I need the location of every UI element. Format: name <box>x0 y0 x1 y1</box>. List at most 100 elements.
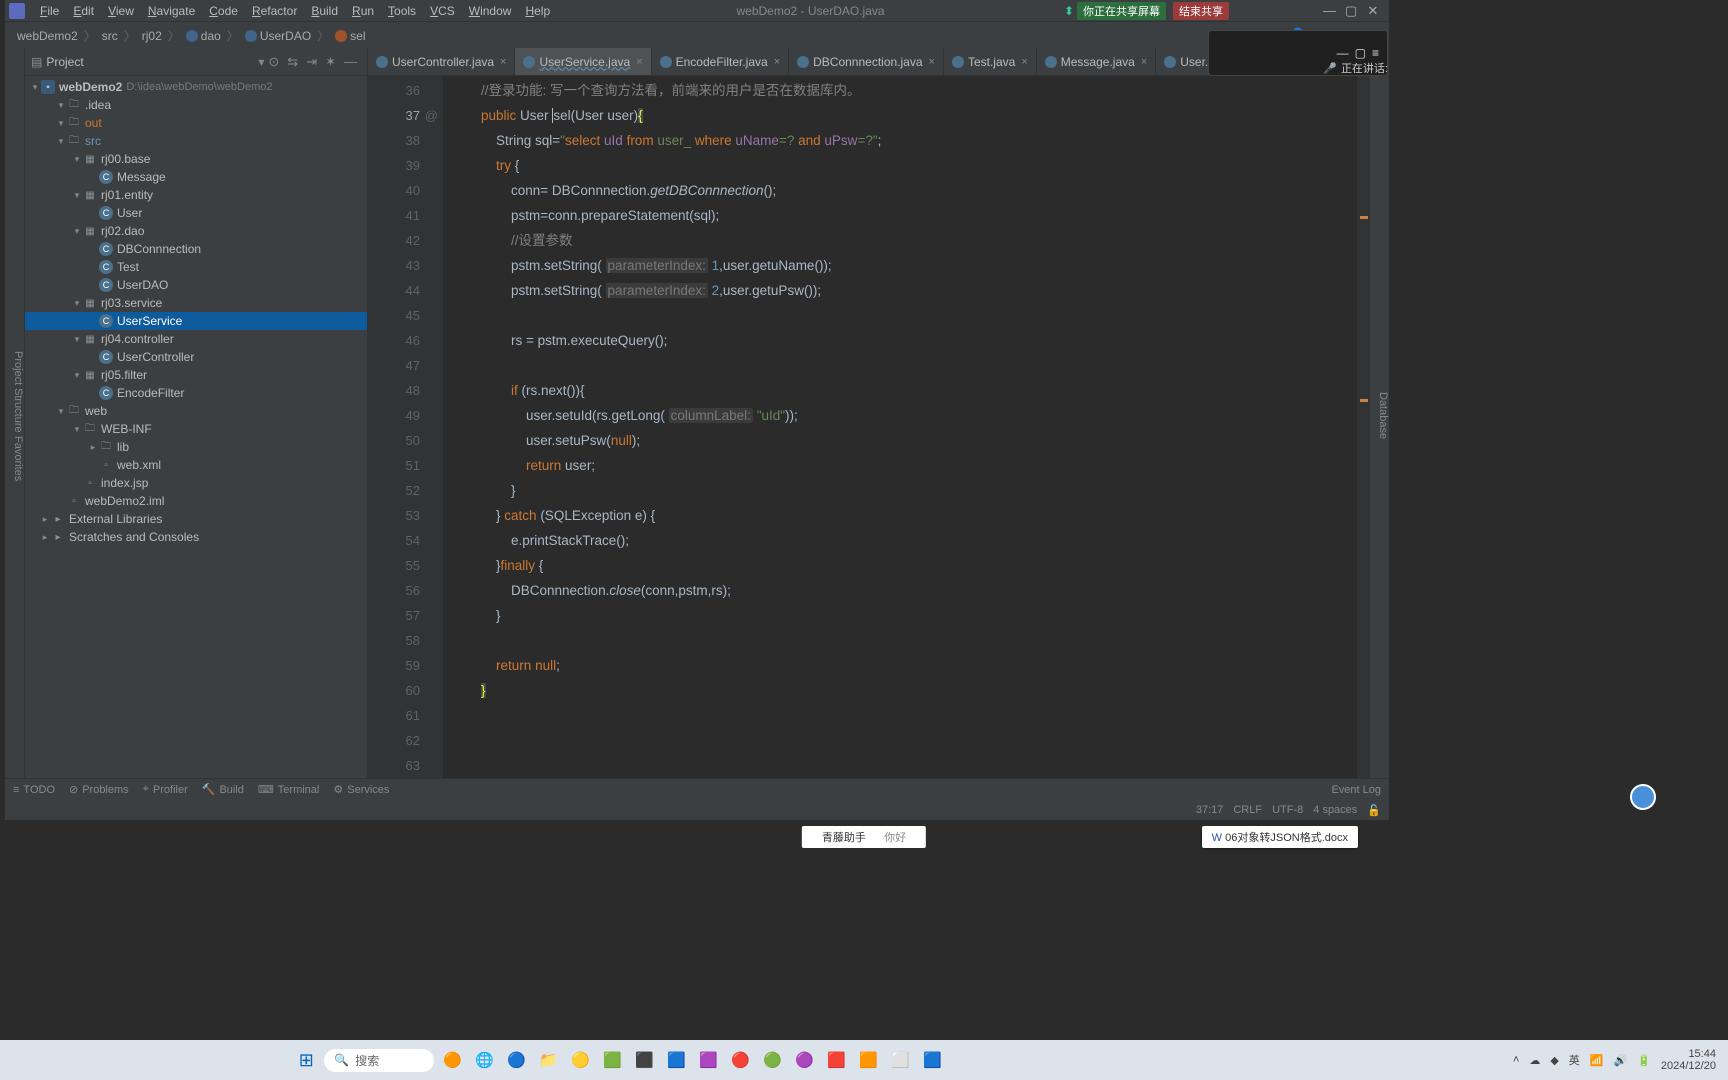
end-share-badge[interactable]: 结束共享 <box>1173 2 1229 20</box>
tab-DBConnnection-java[interactable]: DBConnnection.java× <box>789 48 944 75</box>
tray-chevron-icon[interactable]: ˄ <box>1513 1054 1519 1066</box>
tab-close-icon[interactable]: × <box>774 56 780 68</box>
tray-battery-icon[interactable]: 🔋 <box>1637 1054 1651 1067</box>
code-content[interactable]: //登录功能: 写一个查询方法看，前端来的用户是否在数据库内。 public U… <box>443 76 1357 778</box>
menu-view[interactable]: View <box>101 2 141 20</box>
tree-item-UserController[interactable]: CUserController <box>25 348 367 366</box>
tree-item-rj00-base[interactable]: ▾▦rj00.base <box>25 150 367 168</box>
tb-app-9[interactable]: 🟣 <box>790 1046 818 1074</box>
crumb-webDemo2[interactable]: webDemo2 <box>13 29 82 43</box>
menu-code[interactable]: Code <box>202 2 245 20</box>
tab-close-icon[interactable]: × <box>929 56 935 68</box>
tb-app-6[interactable]: 🟪 <box>694 1046 722 1074</box>
tool-services[interactable]: ⚙Services <box>333 783 389 796</box>
tree-item-WEB-INF[interactable]: ▾🗀WEB-INF <box>25 420 367 438</box>
tool-profiler[interactable]: ⌖Profiler <box>143 783 188 796</box>
tray-volume-icon[interactable]: 🔊 <box>1614 1054 1628 1067</box>
tray-onedrive-icon[interactable]: ☁ <box>1529 1054 1540 1067</box>
tree-item-out[interactable]: ▾🗀out <box>25 114 367 132</box>
tree-item-rj04-controller[interactable]: ▾▦rj04.controller <box>25 330 367 348</box>
tab-close-icon[interactable]: × <box>1141 56 1147 68</box>
tb-app-13[interactable]: 🟦 <box>918 1046 946 1074</box>
tab-Message-java[interactable]: Message.java× <box>1037 48 1156 75</box>
crumb-rj02[interactable]: rj02 <box>138 29 166 43</box>
taskbar-clock[interactable]: 15:44 2024/12/20 <box>1661 1048 1716 1072</box>
tree-item-EncodeFilter[interactable]: CEncodeFilter <box>25 384 367 402</box>
structure-tool-label[interactable]: Structure <box>12 388 24 433</box>
taskbar-search[interactable]: 🔍 搜索 <box>324 1049 434 1072</box>
tree-item-webDemo2-iml[interactable]: ▫webDemo2.iml <box>25 492 367 510</box>
menu-refactor[interactable]: Refactor <box>245 2 304 20</box>
tree-item-index-jsp[interactable]: ▫index.jsp <box>25 474 367 492</box>
menu-run[interactable]: Run <box>345 2 381 20</box>
tree-item-web[interactable]: ▾🗀web <box>25 402 367 420</box>
menu-vcs[interactable]: VCS <box>423 2 462 20</box>
tree-item--idea[interactable]: ▾🗀.idea <box>25 96 367 114</box>
tab-close-icon[interactable]: × <box>1021 56 1027 68</box>
readonly-icon[interactable]: 🔓 <box>1367 804 1381 817</box>
menu-file[interactable]: File <box>33 2 66 20</box>
menu-build[interactable]: Build <box>304 2 345 20</box>
tab-Test-java[interactable]: Test.java× <box>944 48 1037 75</box>
event-log[interactable]: Event Log <box>1331 784 1381 796</box>
file-encoding[interactable]: UTF-8 <box>1272 804 1303 816</box>
crumb-UserDAO[interactable]: UserDAO <box>241 29 315 43</box>
tray-security-icon[interactable]: ◆ <box>1550 1054 1558 1067</box>
tb-app-7[interactable]: 🔴 <box>726 1046 754 1074</box>
project-tree[interactable]: ▾▪webDemo2D:\idea\webDemo\webDemo2▾🗀.ide… <box>25 76 367 778</box>
crumb-sel[interactable]: sel <box>331 29 369 43</box>
tree-item-Message[interactable]: CMessage <box>25 168 367 186</box>
indent-setting[interactable]: 4 spaces <box>1313 804 1357 816</box>
tree-item-DBConnnection[interactable]: CDBConnnection <box>25 240 367 258</box>
tab-close-icon[interactable]: × <box>500 56 506 68</box>
menu-edit[interactable]: Edit <box>66 2 101 20</box>
tb-app-1[interactable]: 🟠 <box>438 1046 466 1074</box>
project-tool-label[interactable]: Project <box>12 351 24 385</box>
close-icon[interactable]: ✕ <box>1367 3 1379 19</box>
favorites-tool-label[interactable]: Favorites <box>12 436 24 481</box>
ov-min-icon[interactable]: — <box>1337 46 1349 60</box>
tb-explorer-icon[interactable]: 📁 <box>534 1046 562 1074</box>
tree-item-src[interactable]: ▾🗀src <box>25 132 367 150</box>
tree-item-UserService[interactable]: CUserService <box>25 312 367 330</box>
tb-app-2[interactable]: 🟡 <box>566 1046 594 1074</box>
tb-app-5[interactable]: 🟦 <box>662 1046 690 1074</box>
tb-chrome-icon[interactable]: 🌐 <box>470 1046 498 1074</box>
tree-item-rj05-filter[interactable]: ▾▦rj05.filter <box>25 366 367 384</box>
expand-icon[interactable]: ⇆ <box>283 54 302 70</box>
settings-icon[interactable]: ✶ <box>321 54 340 70</box>
tool-build[interactable]: 🔨Build <box>202 783 244 796</box>
ov-max-icon[interactable]: ▢ <box>1355 46 1366 60</box>
tab-UserService-java[interactable]: UserService.java× <box>515 48 651 75</box>
document-chip[interactable]: W 06对象转JSON格式.docx <box>1202 826 1358 848</box>
ov-menu-icon[interactable]: ≡ <box>1372 46 1379 60</box>
tb-edge-icon[interactable]: 🔵 <box>502 1046 530 1074</box>
tree-item-UserDAO[interactable]: CUserDAO <box>25 276 367 294</box>
tree-item-lib[interactable]: ▸🗀lib <box>25 438 367 456</box>
share-badge[interactable]: 你正在共享屏幕 <box>1077 2 1166 20</box>
tb-app-11[interactable]: 🟧 <box>854 1046 882 1074</box>
crumb-src[interactable]: src <box>98 29 122 43</box>
tb-app-4[interactable]: ⬛ <box>630 1046 658 1074</box>
tab-EncodeFilter-java[interactable]: EncodeFilter.java× <box>652 48 790 75</box>
tree-item-External-Libraries[interactable]: ▸▸External Libraries <box>25 510 367 528</box>
tree-item-User[interactable]: CUser <box>25 204 367 222</box>
database-tool-label[interactable]: Database <box>1377 392 1389 439</box>
tool-problems[interactable]: ⊘Problems <box>69 783 129 796</box>
tb-app-12[interactable]: ⬜ <box>886 1046 914 1074</box>
maximize-icon[interactable]: ▢ <box>1345 3 1357 19</box>
tb-app-3[interactable]: 🟩 <box>598 1046 626 1074</box>
tool-todo[interactable]: ≡TODO <box>13 783 55 796</box>
menu-window[interactable]: Window <box>462 2 519 20</box>
menu-tools[interactable]: Tools <box>381 2 423 20</box>
collapse-icon[interactable]: ⇥ <box>302 54 321 70</box>
tree-item-Scratches-and-Consoles[interactable]: ▸▸Scratches and Consoles <box>25 528 367 546</box>
tool-terminal[interactable]: ⌨Terminal <box>258 783 319 796</box>
tray-language-icon[interactable]: 英 <box>1569 1052 1580 1068</box>
error-stripe[interactable] <box>1357 76 1369 778</box>
tb-app-10[interactable]: 🟥 <box>822 1046 850 1074</box>
tray-wifi-icon[interactable]: 📶 <box>1590 1054 1604 1067</box>
tree-root[interactable]: ▾▪webDemo2D:\idea\webDemo\webDemo2 <box>25 78 367 96</box>
crumb-dao[interactable]: dao <box>182 29 225 43</box>
locate-icon[interactable]: ⊙ <box>264 54 283 70</box>
